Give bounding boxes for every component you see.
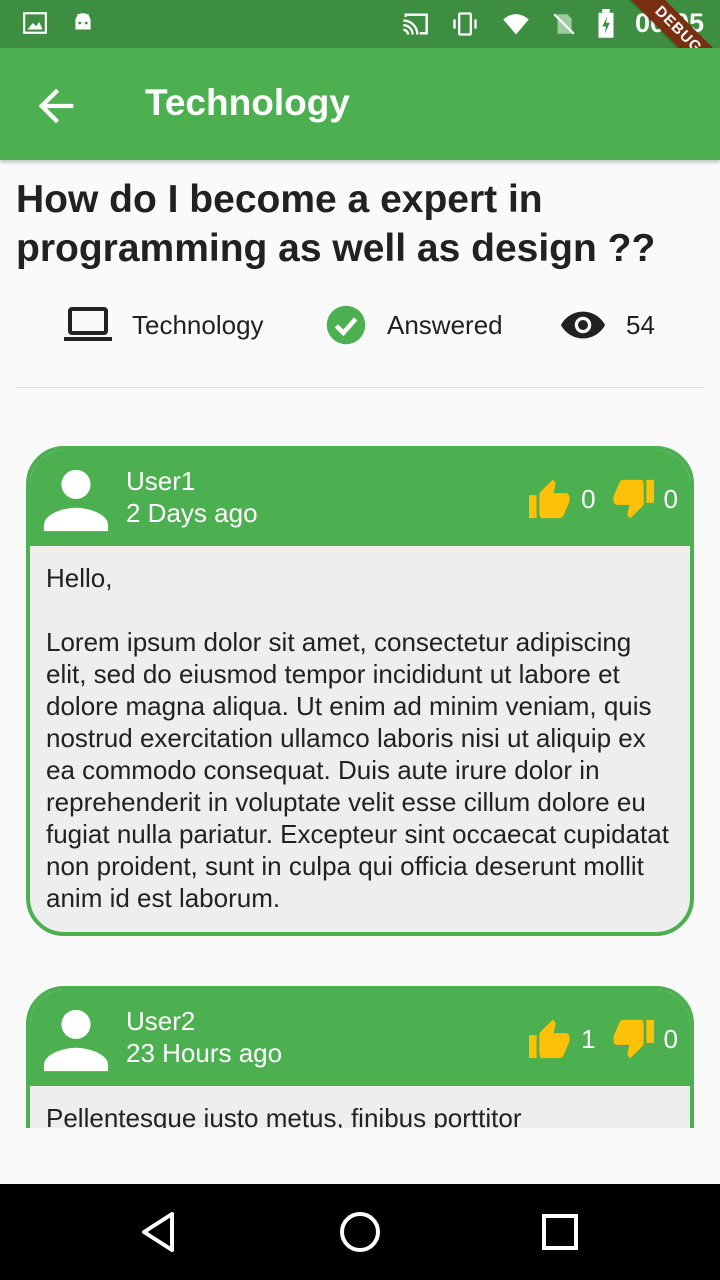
answer-header: User2 23 Hours ago 1 0 <box>30 990 690 1086</box>
like-count: 0 <box>581 483 596 514</box>
thumb-down-icon[interactable] <box>610 478 656 520</box>
user-name: User1 <box>126 466 196 496</box>
views-label: 54 <box>626 309 655 340</box>
answer-body: Pellentesque iusto metus, finibus portti… <box>46 1103 522 1128</box>
android-icon <box>75 13 91 30</box>
answers-list[interactable]: User1 2 Days ago 0 0 Hello, Lorem ipsum … <box>0 400 720 1128</box>
wifi-icon <box>503 13 529 34</box>
triangle-back-icon <box>142 1212 174 1252</box>
thumb-down-icon[interactable] <box>610 1018 656 1060</box>
category-label: Technology <box>132 309 264 340</box>
square-recents-icon <box>542 1214 578 1250</box>
question-meta: Technology Answered 54 <box>0 300 720 350</box>
arrow-back-icon <box>38 88 74 124</box>
answer-card: User1 2 Days ago 0 0 Hello, Lorem ipsum … <box>26 446 694 936</box>
category-tag: Technology <box>64 300 264 350</box>
answer-time: 2 Days ago <box>126 498 258 528</box>
question-title: How do I become a expert in programming … <box>16 178 656 270</box>
back-button[interactable] <box>30 80 82 132</box>
vibrate-icon <box>453 11 477 36</box>
battery-charging-icon <box>598 8 614 38</box>
vote-controls: 0 0 <box>527 478 678 520</box>
circle-home-icon <box>340 1212 380 1252</box>
like-count: 1 <box>581 1023 596 1054</box>
laptop-icon <box>64 307 112 341</box>
status-badge: Answered <box>325 300 503 350</box>
answer-card: User2 23 Hours ago 1 0 Pellentesque iust… <box>26 986 694 1128</box>
answer-body: Hello, Lorem ipsum dolor sit amet, conse… <box>46 563 669 913</box>
nav-recents-button[interactable] <box>536 1208 584 1256</box>
answer-header: User1 2 Days ago 0 0 <box>30 450 690 546</box>
dislike-count: 0 <box>663 483 678 514</box>
system-nav-bar <box>0 1184 720 1280</box>
person-icon <box>43 469 109 532</box>
status-label: Answered <box>387 309 503 340</box>
nav-back-button[interactable] <box>136 1208 184 1256</box>
answer-time: 23 Hours ago <box>126 1038 283 1068</box>
divider <box>16 387 704 388</box>
person-icon <box>43 1009 109 1072</box>
user-name: User2 <box>126 1006 196 1036</box>
image-icon <box>23 12 47 34</box>
vote-controls: 1 0 <box>527 1018 678 1060</box>
check-circle-icon <box>326 305 366 345</box>
eye-icon <box>560 311 606 339</box>
thumb-up-icon[interactable] <box>527 478 573 520</box>
nav-home-button[interactable] <box>336 1208 384 1256</box>
page-title: Technology <box>145 82 350 123</box>
cast-icon <box>403 13 428 35</box>
view-count: 54 <box>560 300 655 350</box>
app-bar: Technology <box>0 48 720 160</box>
no-sim-icon <box>553 12 575 35</box>
status-bar: 00:05 DEBUG <box>0 0 720 96</box>
thumb-up-icon[interactable] <box>527 1018 573 1060</box>
dislike-count: 0 <box>663 1023 678 1054</box>
